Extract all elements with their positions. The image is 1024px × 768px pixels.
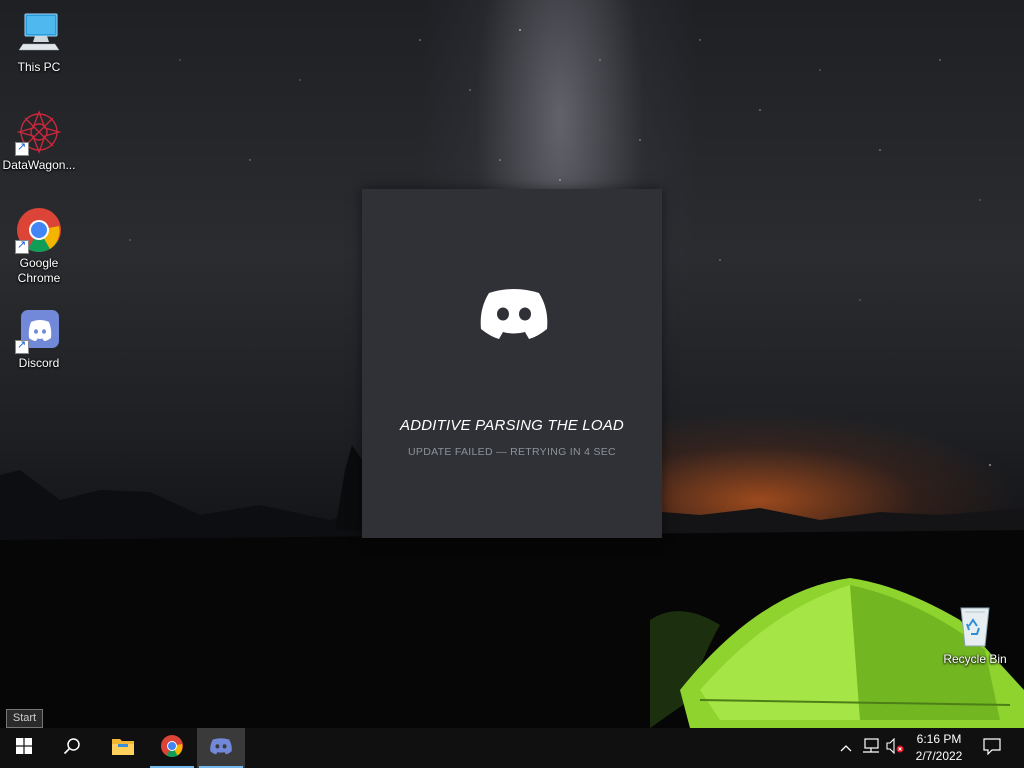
search-button[interactable] [48, 728, 96, 768]
taskbar-discord[interactable] [197, 728, 245, 768]
splash-status: UPDATE FAILED — RETRYING IN 4 SEC [408, 446, 616, 458]
shortcut-arrow-icon [15, 140, 29, 156]
computer-icon [15, 10, 63, 58]
taskbar: 6:16 PM 2/7/2022 [0, 728, 1024, 768]
desktop-icon-google-chrome[interactable]: Google Chrome [1, 206, 77, 286]
clock-time: 6:16 PM [916, 732, 962, 746]
file-explorer-icon [111, 736, 135, 761]
show-hidden-icons-button[interactable] [836, 728, 856, 768]
desktop-icon-this-pc[interactable]: This PC [1, 10, 77, 75]
taskbar-chrome[interactable] [148, 728, 196, 768]
discord-update-splash: ADDITIVE PARSING THE LOAD UPDATE FAILED … [362, 189, 662, 538]
search-icon [63, 737, 81, 760]
start-button[interactable] [0, 728, 48, 768]
action-center-icon [983, 737, 1001, 760]
network-icon [862, 737, 880, 759]
volume-button[interactable] [884, 728, 906, 768]
desktop-icon-label: Recycle Bin [943, 652, 1007, 666]
taskbar-file-explorer[interactable] [99, 728, 147, 768]
desktop-icon-recycle-bin[interactable]: Recycle Bin [937, 602, 1013, 667]
desktop-icon-label: This PC [17, 60, 61, 74]
discord-icon [209, 736, 233, 761]
desktop-icon-label: Google Chrome [17, 256, 61, 285]
action-center-button[interactable] [978, 728, 1006, 768]
start-tooltip: Start [6, 709, 43, 728]
clock-date: 2/7/2022 [915, 749, 963, 763]
splash-title: ADDITIVE PARSING THE LOAD [400, 417, 624, 434]
desktop-icon-discord[interactable]: Discord [1, 306, 77, 371]
discord-icon [15, 306, 63, 354]
chrome-icon [160, 734, 184, 763]
taskbar-clock[interactable]: 6:16 PM 2/7/2022 [908, 728, 970, 768]
shortcut-arrow-icon [15, 238, 29, 254]
desktop-icon-label: DataWagon... [2, 158, 76, 172]
desktop-icon-label: Discord [18, 356, 60, 370]
desktop-icon-datawagon[interactable]: DataWagon... [1, 108, 77, 173]
datawagon-icon [15, 108, 63, 156]
chrome-icon [15, 206, 63, 254]
chevron-up-icon [840, 739, 852, 757]
network-button[interactable] [860, 728, 882, 768]
windows-start-icon [16, 737, 32, 759]
recycle-bin-icon [951, 602, 999, 650]
volume-muted-icon [886, 737, 904, 759]
discord-logo-icon [477, 285, 551, 341]
shortcut-arrow-icon [15, 338, 29, 354]
